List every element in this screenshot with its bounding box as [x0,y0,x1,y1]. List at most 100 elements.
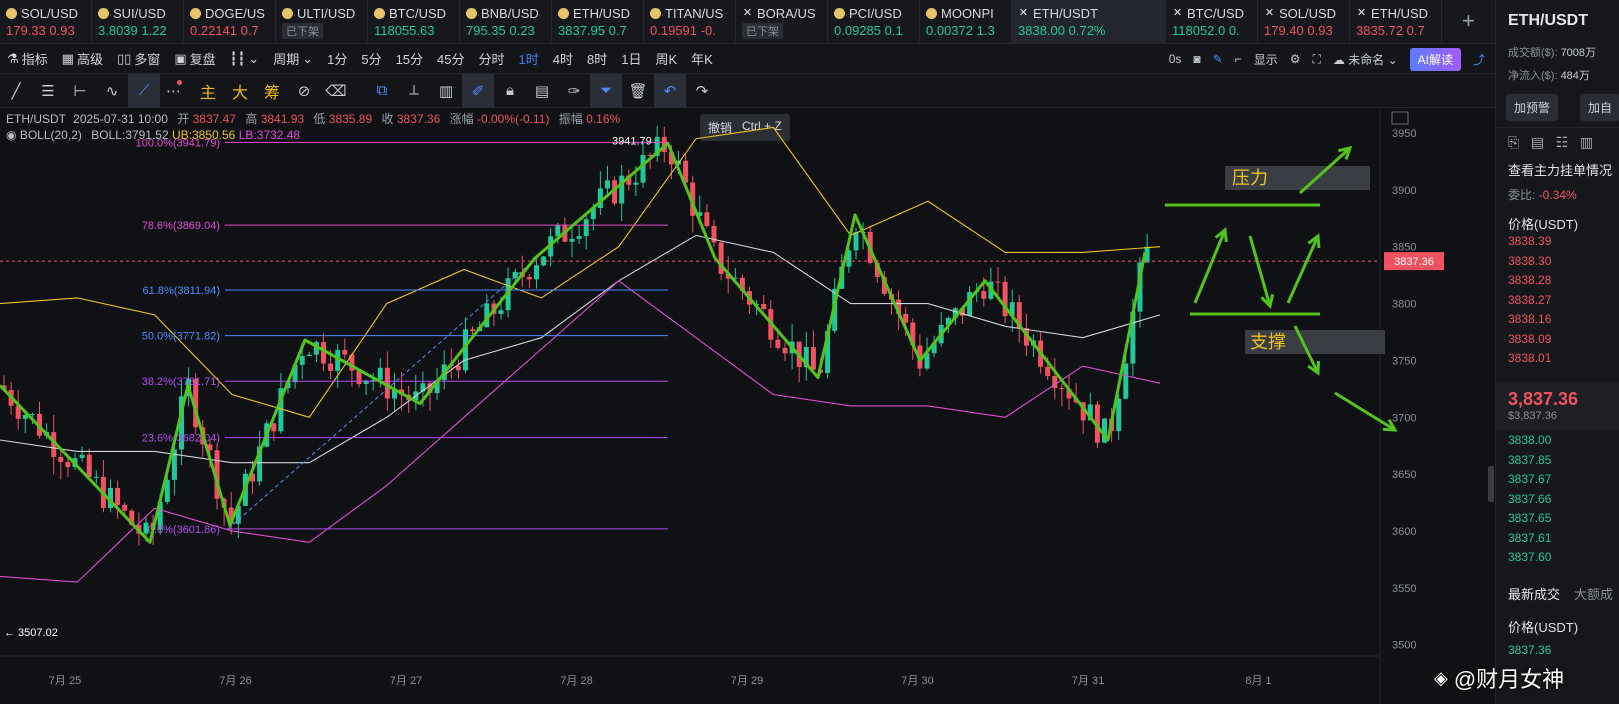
period-dropdown[interactable]: 周期 ⌄ [266,49,320,68]
symbol-tab[interactable]: BTC/USD 118055.63 [368,0,460,44]
symbol-tab[interactable]: ✕ ETH/USD 3835.72 0.7 [1350,0,1442,44]
replay-button[interactable]: ▣ 复盘 [167,49,222,68]
add-watch-button[interactable]: 加自 [1580,94,1619,121]
symbol-tab[interactable]: BNB/USD 795.35 0.23 [460,0,552,44]
ruler-icon[interactable]: ⟂ [398,74,430,108]
add-tab-button[interactable]: + [1462,8,1475,34]
fullscreen-icon[interactable]: ⛶ [1312,52,1320,67]
symbol-tab[interactable]: PCI/USD 0.09285 0.1 [828,0,920,44]
zigzag-wave-line[interactable] [0,141,1147,544]
camera-icon[interactable]: ◙ [1193,52,1200,66]
tab-price: 3835.72 [1356,23,1403,38]
draw-mode-icon[interactable]: ✐ [462,73,494,108]
ray-tool-icon[interactable]: ⊢ [64,74,96,108]
filter-icon[interactable]: ⏷ [590,73,622,108]
lock-icon[interactable]: 🔒︎ [494,74,526,108]
cloud-layout-button[interactable]: ☁ 未命名 ⌄ [1333,51,1398,68]
chart-type-button[interactable]: ┇┇ ⌄ [223,51,267,67]
symbol-tab[interactable]: DOGE/US 0.22141 0.7 [184,0,276,44]
tab-change: 0.72% [1068,23,1106,38]
brush-icon[interactable]: ✑ [558,74,590,108]
ask-row: 3838.09 [1508,331,1552,346]
candle-body [569,238,575,242]
symbol-tab[interactable]: SUI/USD 3.8039 1.22 [92,0,184,44]
symbol-tab[interactable]: ULTI/USD 已下架 [276,0,368,44]
interval-8[interactable]: 1日 [614,49,648,68]
close-icon[interactable]: ✕ [742,7,753,19]
delay-indicator[interactable]: 0s [1169,52,1182,66]
big-order-button[interactable]: 大 [224,74,256,108]
interval-7[interactable]: 8时 [580,49,614,68]
crop-icon[interactable]: ⌐ [1235,52,1242,66]
chip-button[interactable]: 筹 [256,74,288,108]
trend-arrow[interactable] [1248,235,1272,307]
tab-symbol-row: ✕ BTC/USD [1172,3,1257,23]
close-icon[interactable]: ✕ [1172,7,1183,19]
bid-row: 3837.67 [1508,472,1552,486]
interval-6[interactable]: 4时 [546,49,580,68]
add-alert-button[interactable]: 加预警 [1506,94,1559,121]
interval-2[interactable]: 15分 [389,49,430,68]
turnover-label: 成交额($): [1508,47,1558,59]
symbol-tab[interactable]: MOONPI 0.00372 1.3 [920,0,1012,44]
magnet-icon[interactable]: ⊘ [288,74,320,108]
watermark: ◈ @财月女神 [1434,662,1564,694]
horizontal-lines-icon[interactable]: ☰ [32,74,64,108]
candle-body [512,271,518,279]
candle-body [526,277,532,280]
advanced-button[interactable]: ▦ 高级 [55,49,110,68]
interval-0[interactable]: 1分 [320,49,354,68]
undo-icon[interactable]: ↶ [654,73,686,108]
trend-line-icon[interactable]: ⟋ [128,73,160,108]
display-button[interactable]: 显示 [1254,51,1278,68]
last-price-label: 3837.36 [1394,256,1434,268]
chart-corner-icon[interactable] [1391,111,1409,125]
main-force-button[interactable]: 主 [192,74,224,108]
trend-arrow[interactable] [1193,229,1227,304]
tab-big-trades[interactable]: 大额成 [1574,584,1613,603]
price-chart[interactable]: 3950 3900 3850 3800 3750 3700 3650 3600 3550 3500… [0,108,1488,704]
interval-10[interactable]: 年K [684,49,720,68]
pencil-icon[interactable]: ✎ [1213,52,1223,66]
interval-3[interactable]: 45分 [430,49,471,68]
tab-symbol-row: ULTI/USD [282,3,367,23]
main-orders-link[interactable]: 查看主力挂单情况 [1508,160,1612,179]
interval-1[interactable]: 5分 [354,49,388,68]
symbol-tab[interactable]: SOL/USD 179.33 0.93 [0,0,92,44]
wave-tool-icon[interactable]: ∿ [96,74,128,108]
active-symbol-tab[interactable]: ✕ ETH/USDT 3838.00 0.72% [1012,0,1166,44]
settings-icon[interactable]: ⚙ [1290,52,1301,66]
symbol-tab[interactable]: TITAN/US 0.19591 -0. [644,0,736,44]
share-icon[interactable]: ⤴ [1473,51,1485,68]
ai-interpret-button[interactable]: AI解读 [1409,47,1461,71]
measure-icon[interactable]: ▥ [430,74,462,108]
close-icon[interactable]: ✕ [1264,7,1275,19]
interval-4[interactable]: 分时 [472,49,512,68]
trash-icon[interactable]: 🗑︎ [622,74,654,108]
close-icon[interactable]: ✕ [1356,7,1367,19]
panel-icons[interactable]: ⎘ ▤ ☷ ▥ [1508,134,1593,151]
tab-latest-trades[interactable]: 最新成交 [1508,584,1560,603]
trend-arrow[interactable] [1286,235,1320,304]
interval-9[interactable]: 周K [648,49,684,68]
template-icon[interactable]: ▤ [526,74,558,108]
tab-symbol-row: ✕ BORA/US [742,3,827,23]
redo-icon[interactable]: ↷ [686,74,718,108]
more-tools-icon[interactable]: ⋯ [160,74,192,108]
symbol-tab[interactable]: ✕ SOL/USD 179.40 0.93 [1258,0,1350,44]
symbol-tab[interactable]: ✕ BORA/US 已下架 [736,0,828,44]
close-icon[interactable]: ✕ [1018,7,1029,19]
interval-5[interactable]: 1时 [512,49,546,68]
copy-icon[interactable]: ⧉ [366,74,398,108]
symbol-tab[interactable]: ETH/USD 3837.95 0.7 [552,0,644,44]
panel-resize-handle[interactable] [1488,466,1494,502]
indicators-button[interactable]: ⚗ 指标 [0,49,55,68]
trend-arrow[interactable] [1334,391,1396,432]
line-tool-icon[interactable]: ╱ [0,74,32,108]
y-tick-label: 3500 [1392,640,1416,652]
symbol-tab[interactable]: ✕ BTC/USD 118052.0 0. [1166,0,1258,44]
multi-window-button[interactable]: ▯▯ 多窗 [110,49,167,68]
y-tick-label: 3950 [1392,128,1416,140]
eraser-icon[interactable]: ⌫ [320,74,352,108]
tab-price-row: 0.09285 0.1 [834,23,919,41]
